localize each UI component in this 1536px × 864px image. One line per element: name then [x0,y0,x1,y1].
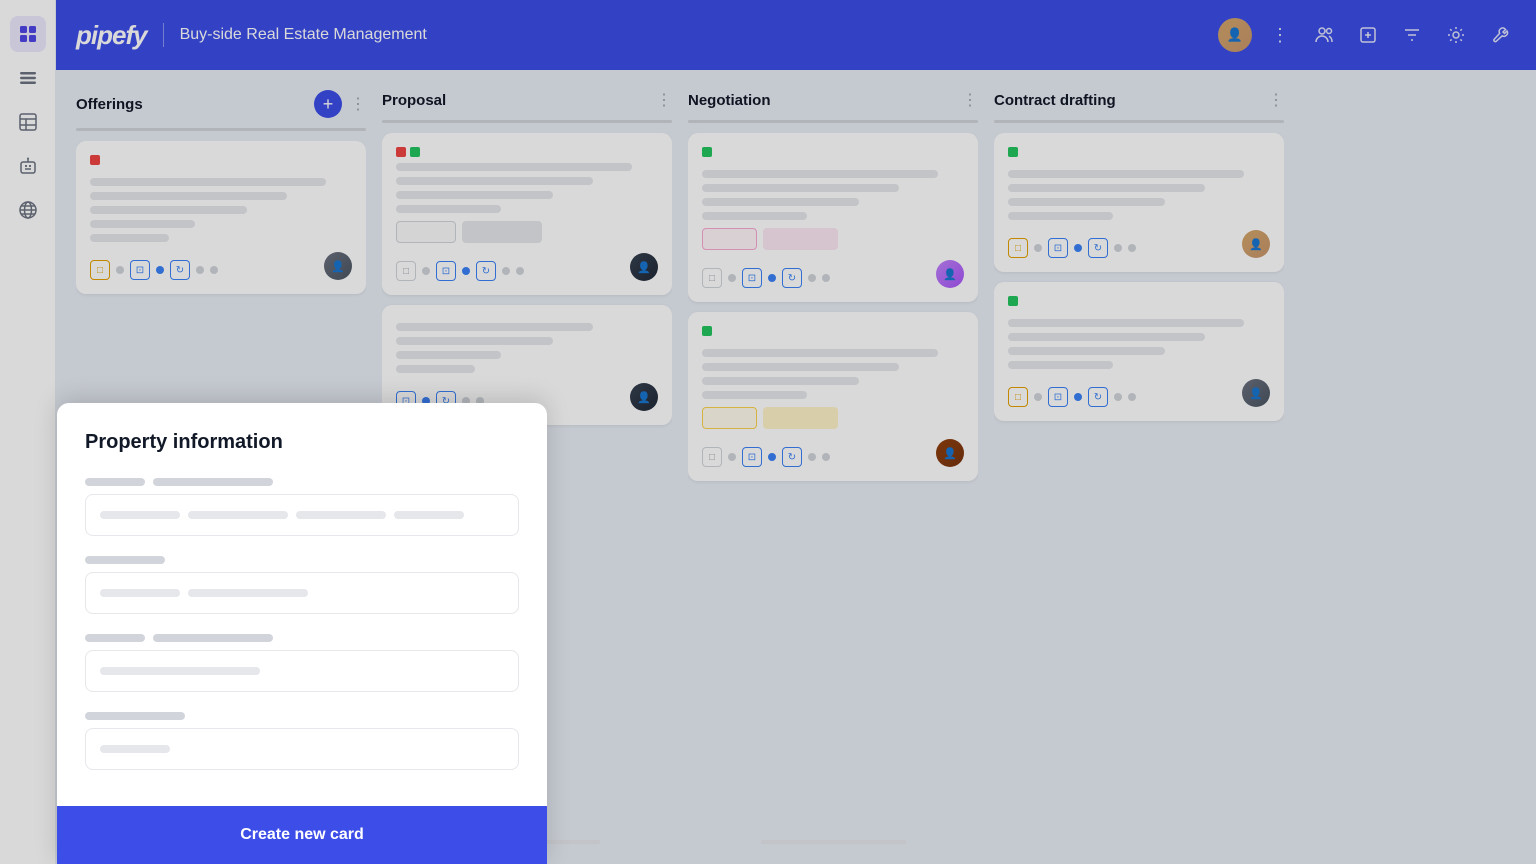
input-placeholder [394,511,464,519]
label-bar [153,634,273,642]
input-placeholder [188,511,288,519]
form-group-4 [85,712,519,770]
form-input-1[interactable] [85,494,519,536]
form-title: Property information [85,431,519,454]
form-label-4 [85,712,519,720]
label-bar [85,556,165,564]
form-group-3 [85,634,519,692]
form-group-2 [85,556,519,614]
form-input-4[interactable] [85,728,519,770]
form-group-1 [85,478,519,536]
label-bar [85,712,185,720]
form-label-2 [85,556,519,564]
input-placeholder [296,511,386,519]
form-body: Property information [57,403,547,806]
create-card-panel: Property information [57,403,547,864]
form-input-3[interactable] [85,650,519,692]
input-placeholder [100,745,170,753]
form-label-1 [85,478,519,486]
input-placeholder [100,589,180,597]
create-new-card-button[interactable]: Create new card [57,806,547,864]
input-placeholder [188,589,308,597]
form-input-2[interactable] [85,572,519,614]
form-label-3 [85,634,519,642]
label-bar [153,478,273,486]
input-placeholder [100,667,260,675]
label-bar [85,478,145,486]
input-placeholder [100,511,180,519]
label-bar [85,634,145,642]
